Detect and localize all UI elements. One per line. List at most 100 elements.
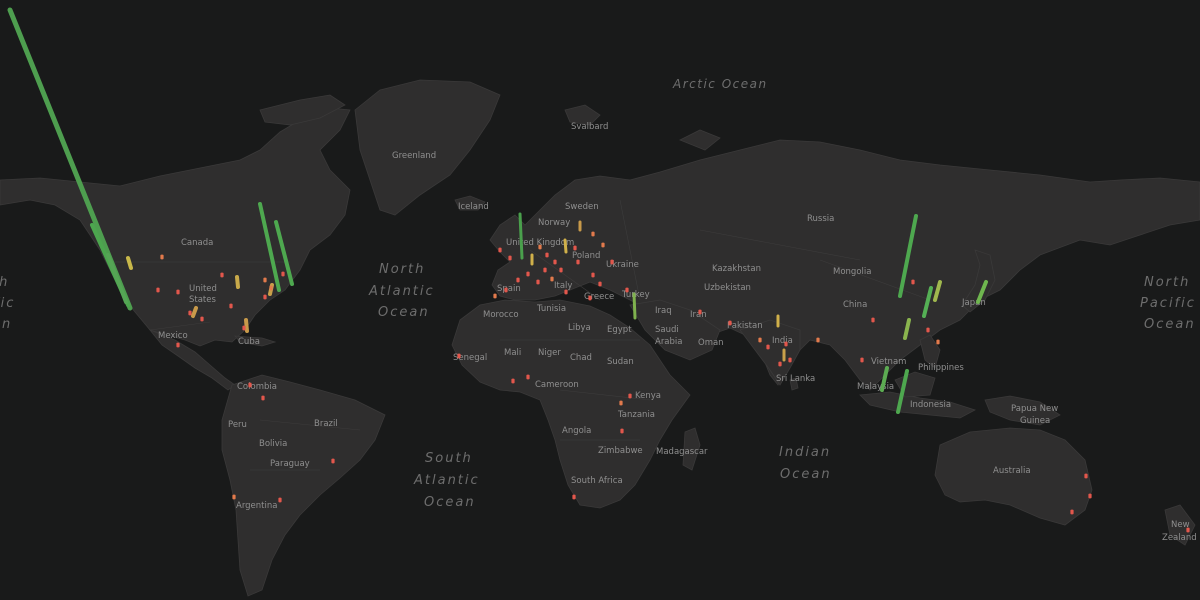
bar-middle-east[interactable]: [632, 292, 637, 320]
data-dot[interactable]: [156, 287, 160, 293]
data-dot[interactable]: [1186, 527, 1190, 533]
label-saudi: Saudi: [655, 325, 679, 335]
data-dot[interactable]: [526, 271, 530, 277]
data-dot[interactable]: [457, 353, 461, 359]
bar-europe[interactable]: [518, 212, 524, 260]
data-dot[interactable]: [331, 458, 335, 464]
data-dot[interactable]: [758, 337, 762, 343]
data-dot[interactable]: [576, 259, 580, 265]
label-mongolia: Mongolia: [833, 267, 871, 277]
data-dot[interactable]: [572, 494, 576, 500]
label-colombia: Colombia: [237, 382, 277, 392]
data-dot[interactable]: [598, 281, 602, 287]
label-egypt: Egypt: [607, 325, 632, 335]
data-dot[interactable]: [550, 276, 554, 282]
data-dot[interactable]: [860, 357, 864, 363]
landmass-south-america: [221, 374, 386, 597]
data-dot[interactable]: [263, 277, 267, 283]
data-dot[interactable]: [281, 271, 285, 277]
label-chad: Chad: [570, 353, 592, 363]
data-dot[interactable]: [788, 357, 792, 363]
data-dot[interactable]: [1070, 509, 1074, 515]
data-dot[interactable]: [242, 325, 246, 331]
data-dot[interactable]: [816, 337, 820, 343]
label-mexico: Mexico: [158, 331, 188, 341]
data-dot[interactable]: [493, 293, 497, 299]
label-indonesia: Indonesia: [910, 400, 951, 410]
label-svalbard: Svalbard: [571, 122, 608, 132]
data-dot[interactable]: [784, 341, 788, 347]
data-dot[interactable]: [504, 287, 508, 293]
data-dot[interactable]: [176, 342, 180, 348]
label-oman: Oman: [698, 338, 724, 348]
data-dot[interactable]: [545, 252, 549, 258]
data-dot[interactable]: [573, 245, 577, 251]
label-niger: Niger: [538, 348, 561, 358]
data-dot[interactable]: [526, 374, 530, 380]
data-dot[interactable]: [1088, 493, 1092, 499]
data-dot[interactable]: [926, 327, 930, 333]
data-dot[interactable]: [498, 247, 502, 253]
data-dot[interactable]: [559, 267, 563, 273]
data-dot[interactable]: [936, 339, 940, 345]
label-malaysia: Malaysia: [857, 382, 894, 392]
bar-yellow-4[interactable]: [563, 238, 568, 254]
data-dot[interactable]: [511, 378, 515, 384]
data-dot[interactable]: [588, 295, 592, 301]
label-morocco: Morocco: [483, 310, 519, 320]
data-dot[interactable]: [591, 231, 595, 237]
bar-yellow-2[interactable]: [235, 275, 240, 289]
data-dot[interactable]: [516, 277, 520, 283]
data-dot[interactable]: [871, 317, 875, 323]
data-dot[interactable]: [278, 497, 282, 503]
data-dot[interactable]: [601, 242, 605, 248]
label-arctic-ocean: Arctic Ocean: [672, 77, 768, 91]
data-dot[interactable]: [229, 303, 233, 309]
data-dot[interactable]: [232, 494, 236, 500]
label-india: India: [772, 336, 793, 346]
data-dot[interactable]: [543, 267, 547, 273]
data-dot[interactable]: [564, 289, 568, 295]
data-dot[interactable]: [269, 285, 273, 291]
label-pacific-left-3: an: [0, 317, 12, 332]
data-dot[interactable]: [200, 316, 204, 322]
data-dot[interactable]: [619, 400, 623, 406]
data-dot[interactable]: [778, 361, 782, 367]
bar-yellow-3[interactable]: [244, 318, 249, 333]
data-dot[interactable]: [188, 310, 192, 316]
data-dot[interactable]: [698, 309, 702, 315]
data-dot[interactable]: [728, 320, 732, 326]
label-japan: Japan: [961, 298, 986, 308]
data-dot[interactable]: [536, 279, 540, 285]
label-paraguay: Paraguay: [270, 459, 310, 469]
data-dot[interactable]: [591, 272, 595, 278]
data-dot[interactable]: [911, 279, 915, 285]
data-dot[interactable]: [766, 344, 770, 350]
label-united: United: [189, 284, 217, 294]
data-dot[interactable]: [220, 272, 224, 278]
data-dot[interactable]: [620, 428, 624, 434]
data-dot[interactable]: [610, 259, 614, 265]
world-map[interactable]: Greenland Iceland Svalbard Norway Sweden…: [0, 0, 1200, 600]
data-dot[interactable]: [176, 289, 180, 295]
data-dot[interactable]: [625, 287, 629, 293]
data-dot[interactable]: [248, 382, 252, 388]
label-iran: Iran: [690, 310, 707, 320]
data-dot[interactable]: [160, 254, 164, 260]
label-mali: Mali: [504, 348, 521, 358]
label-south-africa: South Africa: [571, 476, 623, 486]
label-philippines: Philippines: [918, 363, 964, 373]
data-dot[interactable]: [263, 294, 267, 300]
label-guinea: Guinea: [1020, 416, 1050, 426]
label-libya: Libya: [568, 323, 591, 333]
data-dot[interactable]: [508, 255, 512, 261]
label-zealand: Zealand: [1162, 533, 1197, 543]
data-dot[interactable]: [538, 244, 542, 250]
label-sweden: Sweden: [565, 202, 599, 212]
data-dot[interactable]: [1084, 473, 1088, 479]
bar-yellow-8[interactable]: [191, 306, 198, 318]
label-iceland: Iceland: [458, 202, 489, 212]
data-dot[interactable]: [261, 395, 265, 401]
data-dot[interactable]: [553, 259, 557, 265]
data-dot[interactable]: [628, 393, 632, 399]
